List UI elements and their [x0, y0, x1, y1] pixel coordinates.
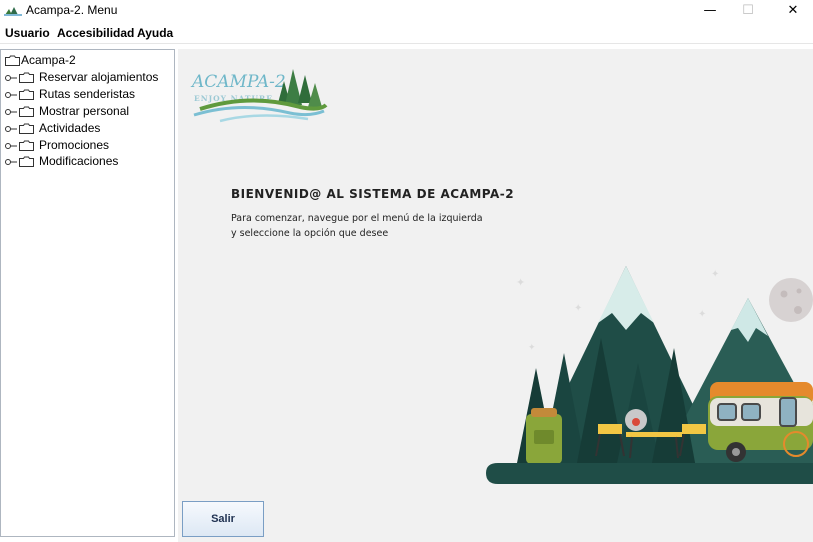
menu-ayuda[interactable]: Ayuda	[137, 26, 173, 40]
expand-handle-icon[interactable]	[5, 125, 17, 133]
tree-item-modificaciones[interactable]: Modificaciones	[5, 154, 170, 170]
chair-icon	[682, 424, 706, 434]
welcome-title: BIENVENID@ AL SISTEMA DE ACAMPA-2	[231, 187, 515, 201]
expand-handle-icon[interactable]	[5, 158, 17, 166]
tree-root[interactable]: Acampa-2	[5, 53, 165, 69]
exit-button[interactable]: Salir	[182, 501, 264, 537]
moon-icon	[769, 278, 813, 322]
tree-item-label: Modificaciones	[39, 154, 119, 168]
expand-handle-icon[interactable]	[5, 74, 17, 82]
welcome-line-2: y seleccione la opción que desee	[231, 228, 389, 239]
folder-icon	[19, 123, 34, 134]
expand-handle-icon[interactable]	[5, 108, 17, 116]
tree-item-label: Promociones	[39, 138, 110, 152]
chair-icon	[598, 424, 622, 434]
window-title-bar: Acampa-2. Menu — ☐ ✕	[0, 0, 813, 22]
table-icon	[626, 432, 682, 437]
star-icon: ✦	[516, 276, 525, 289]
tree-item-reservar-alojamientos[interactable]: Reservar alojamientos	[5, 70, 170, 86]
tree-icon	[298, 75, 312, 103]
menu-bar: Usuario Accesibilidad Ayuda	[0, 22, 813, 44]
navigation-tree[interactable]: Acampa-2 Reservar alojamientos Rutas sen…	[0, 49, 175, 537]
folder-icon	[19, 89, 34, 100]
ground	[486, 463, 813, 484]
menu-usuario[interactable]: Usuario	[5, 26, 50, 40]
tree-item-actividades[interactable]: Actividades	[5, 121, 170, 137]
star-icon: ✦	[574, 303, 582, 314]
welcome-text: Para comenzar, navegue por el menú de la…	[231, 211, 491, 241]
expand-handle-icon[interactable]	[5, 91, 17, 99]
tree-root-label: Acampa-2	[21, 53, 76, 67]
maximize-button[interactable]: ☐	[725, 0, 771, 22]
logo-name: ACAMPA-2	[190, 72, 286, 92]
star-icon: ✦	[698, 309, 706, 320]
tree-item-label: Mostrar personal	[39, 104, 130, 118]
menu-accesibilidad[interactable]: Accesibilidad	[57, 26, 134, 40]
folder-icon	[5, 55, 20, 66]
camping-illustration: ✦ ✦ ✦ ✦ ✦	[486, 266, 813, 484]
folder-icon	[19, 140, 34, 151]
star-icon: ✦	[528, 343, 536, 353]
app-icon	[4, 7, 22, 16]
folder-icon	[19, 72, 34, 83]
tree-item-mostrar-personal[interactable]: Mostrar personal	[5, 104, 170, 120]
folder-icon	[19, 156, 34, 167]
tree-item-label: Reservar alojamientos	[39, 70, 159, 84]
tree-item-promociones[interactable]: Promociones	[5, 138, 170, 154]
close-button[interactable]: ✕	[770, 0, 813, 22]
tree-item-label: Rutas senderistas	[39, 87, 136, 101]
star-icon: ✦	[711, 269, 719, 280]
tree-item-label: Actividades	[39, 121, 101, 135]
tree-icon	[308, 83, 322, 107]
acampa-logo: ACAMPA-2 ENJOY NATURE	[190, 69, 328, 123]
welcome-line-1: Para comenzar, navegue por el menú de la…	[231, 213, 483, 224]
folder-icon	[19, 106, 34, 117]
tree-item-rutas-senderistas[interactable]: Rutas senderistas	[5, 87, 170, 103]
window-title: Acampa-2. Menu	[26, 3, 118, 17]
expand-handle-icon[interactable]	[5, 142, 17, 150]
